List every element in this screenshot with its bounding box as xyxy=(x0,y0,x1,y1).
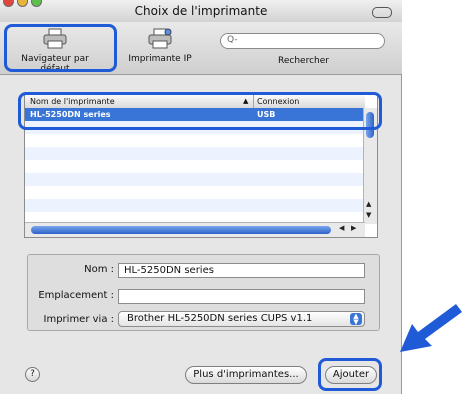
location-label: Emplacement : xyxy=(38,290,114,301)
toolbar: Navigateur par défaut Imprimante IP Q- R… xyxy=(0,22,402,75)
chevron-updown-icon: ▲ ▼ xyxy=(350,313,362,326)
default-browser-button[interactable]: Navigateur par défaut xyxy=(6,28,104,74)
search-label: Rechercher xyxy=(278,56,329,66)
add-button[interactable]: Ajouter xyxy=(325,366,377,384)
title-bar: Choix de l'imprimante xyxy=(0,0,402,23)
ip-printer-label: Imprimante IP xyxy=(128,54,192,64)
print-via-select[interactable]: Brother HL-5250DN series CUPS v1.1 ▲ ▼ xyxy=(118,311,365,327)
list-item[interactable] xyxy=(25,121,365,134)
column-printer-name[interactable]: Nom de l'imprimante xyxy=(30,97,115,106)
list-item[interactable] xyxy=(25,160,365,173)
printer-name-cell: HL-5250DN series xyxy=(30,110,111,119)
default-browser-label: Navigateur par défaut xyxy=(21,54,89,74)
horizontal-scroll-thumb[interactable] xyxy=(31,226,331,234)
list-item[interactable] xyxy=(25,134,365,147)
name-field[interactable]: HL-5250DN series xyxy=(118,263,365,278)
toolbar-toggle-button[interactable] xyxy=(372,7,392,18)
printer-icon xyxy=(43,28,67,49)
list-item[interactable] xyxy=(25,199,365,212)
name-label: Nom : xyxy=(84,264,114,275)
horizontal-scrollbar[interactable]: ◀ ▶ xyxy=(25,222,365,237)
print-via-value: Brother HL-5250DN series CUPS v1.1 xyxy=(127,313,313,324)
list-item[interactable] xyxy=(25,186,365,199)
list-item[interactable] xyxy=(25,147,365,160)
scroll-right-icon[interactable]: ▶ xyxy=(351,224,356,232)
printer-list[interactable]: Nom de l'imprimante ▲ Connexion HL-5250D… xyxy=(24,94,378,238)
scroll-up-icon[interactable]: ▲ xyxy=(366,200,371,208)
printer-connection-cell: USB xyxy=(257,110,276,119)
printer-browser-window: Choix de l'imprimante Navigateur par déf… xyxy=(0,0,402,394)
more-printers-button[interactable]: Plus d'imprimantes... xyxy=(185,366,307,384)
sort-ascending-icon: ▲ xyxy=(243,97,249,105)
window-title: Choix de l'imprimante xyxy=(134,4,268,18)
list-header: Nom de l'imprimante ▲ Connexion xyxy=(25,95,365,109)
ip-printer-button[interactable]: Imprimante IP xyxy=(122,28,198,64)
help-button[interactable]: ? xyxy=(25,367,40,382)
list-item-selected[interactable]: HL-5250DN series USB xyxy=(25,108,365,121)
scroll-down-icon[interactable]: ▼ xyxy=(366,211,371,219)
vertical-scrollbar[interactable]: ▲ ▼ xyxy=(363,108,377,224)
search-input[interactable]: Q- xyxy=(220,33,385,49)
location-field[interactable] xyxy=(118,289,365,304)
search-icon: Q- xyxy=(227,35,238,45)
scroll-left-icon[interactable]: ◀ xyxy=(339,224,344,232)
print-via-label: Imprimer via : xyxy=(43,314,114,325)
column-connection[interactable]: Connexion xyxy=(257,97,299,106)
pointer-arrow-icon xyxy=(400,304,462,352)
network-printer-icon xyxy=(148,28,172,49)
list-item[interactable] xyxy=(25,173,365,186)
vertical-scroll-thumb[interactable] xyxy=(366,112,374,138)
